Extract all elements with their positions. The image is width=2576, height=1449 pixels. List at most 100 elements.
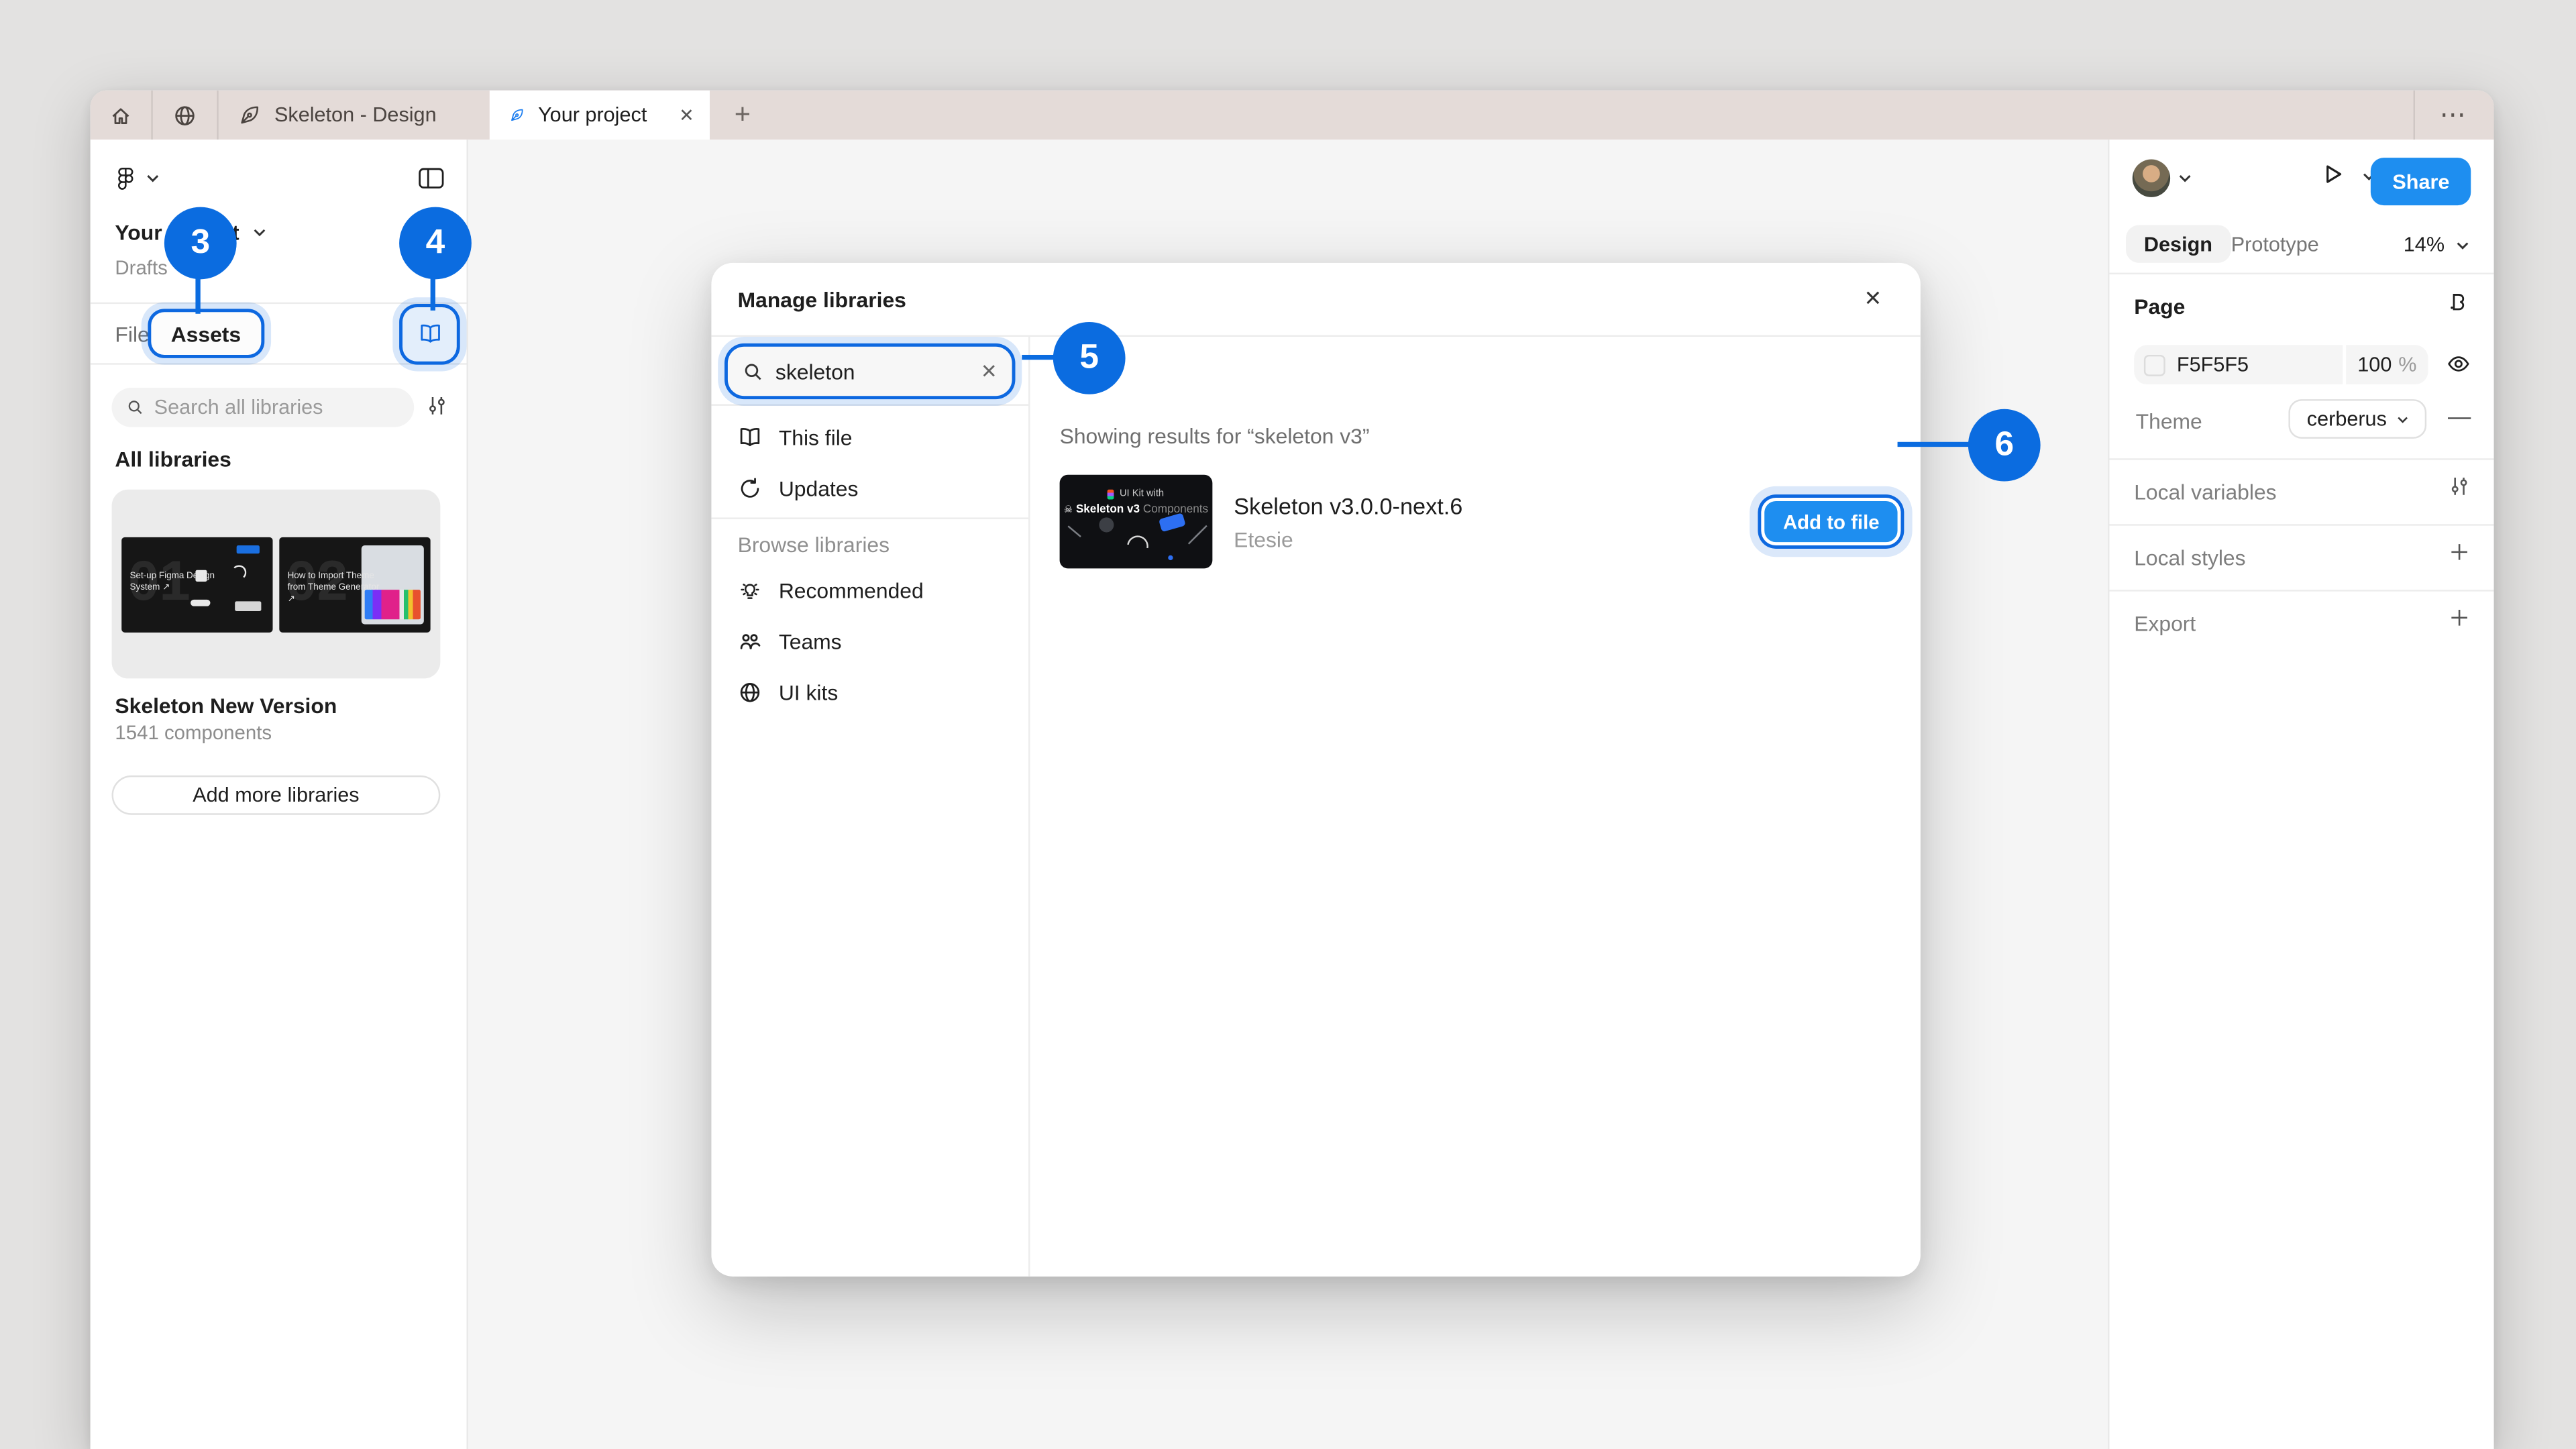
library-component-count: 1541 components [115, 721, 272, 745]
tab-design[interactable]: Design [2125, 225, 2231, 263]
theme-select[interactable]: cerberus [2288, 399, 2427, 439]
page-styles-button[interactable] [2447, 290, 2471, 315]
library-card[interactable]: 01 Set-up Figma Design System ↗ 02 How t… [111, 489, 441, 679]
page-opacity-field[interactable]: 100 % [2346, 345, 2428, 385]
chevron-down-icon [2397, 416, 2408, 423]
thumb-dot-shape [1168, 555, 1173, 561]
badge-3-connector [195, 274, 201, 314]
pen-nib-icon [241, 106, 259, 124]
figma-logo-icon [118, 167, 133, 190]
nav-updates[interactable]: Updates [711, 464, 1028, 515]
open-book-icon [740, 428, 760, 447]
result-info: Skeleton v3.0.0-next.6 Etesie [1234, 475, 1462, 569]
remove-theme-button[interactable]: — [2448, 402, 2471, 429]
divider [711, 517, 1029, 519]
nav-recommended[interactable]: Recommended [711, 565, 1028, 616]
modal-search-input[interactable] [775, 359, 969, 384]
refresh-icon [741, 478, 759, 498]
thumb-spinner-shape [231, 564, 247, 580]
opacity-value[interactable]: 100 [2357, 354, 2392, 376]
zoom-menu-button[interactable] [2456, 241, 2469, 250]
thumb-line2-strong: Skeleton v3 [1075, 504, 1140, 516]
add-style-button[interactable] [2448, 541, 2471, 564]
library-result-row: UI Kit with ☠ Skeleton v3 Components Ske… [1059, 474, 1898, 569]
open-variables-button[interactable] [2448, 475, 2471, 498]
tab-your-project[interactable]: Your project ✕ [489, 90, 710, 140]
plus-icon [2451, 544, 2467, 560]
modal-title: Manage libraries [737, 286, 906, 312]
home-icon [112, 107, 129, 123]
color-hex-value[interactable]: F5F5F5 [2177, 354, 2249, 376]
toggle-visibility-button[interactable] [2447, 352, 2471, 376]
result-author: Etesie [1234, 526, 1293, 551]
step-badge-5: 5 [1053, 322, 1126, 394]
add-more-libraries-button[interactable]: Add more libraries [111, 775, 441, 815]
library-thumbnail-2: 02 How to Import Theme from Theme Genera… [279, 536, 431, 632]
tab-skeleton-design[interactable]: Skeleton - Design [219, 91, 490, 140]
color-swatch[interactable] [2143, 354, 2165, 376]
result-title: Skeleton v3.0.0-next.6 [1234, 492, 1463, 519]
modal-search-field[interactable]: ✕ [727, 346, 1012, 396]
nav-label: Updates [778, 476, 859, 501]
theme-value: cerberus [2306, 407, 2387, 431]
thumbnail-caption: How to Import Theme from Theme Generator… [287, 571, 380, 604]
share-button[interactable]: Share [2371, 158, 2471, 206]
thumb-circle-shape [1099, 517, 1114, 533]
avatar[interactable] [2132, 159, 2171, 197]
skeleton-logo-icon: ☠ [1063, 506, 1073, 516]
tabbar-spacer [775, 91, 2414, 140]
libraries-button[interactable] [402, 307, 457, 362]
add-export-button[interactable] [2448, 606, 2471, 629]
nav-teams[interactable]: Teams [711, 616, 1028, 667]
thumb-line2-rest: Components [1140, 504, 1209, 516]
divider [2109, 524, 2494, 526]
toggle-panel-button[interactable] [417, 166, 445, 191]
left-sidebar: Your project Drafts File Assets All li [90, 140, 468, 1449]
eye-icon [2448, 356, 2469, 372]
chevron-down-icon [2179, 175, 2191, 182]
nav-this-file[interactable]: This file [711, 413, 1028, 464]
divider [2109, 458, 2494, 460]
chevron-down-icon [253, 229, 265, 237]
filter-libraries-button[interactable] [425, 394, 448, 417]
search-icon [745, 363, 761, 380]
library-search[interactable] [111, 387, 415, 427]
step-badge-6: 6 [1968, 409, 2041, 482]
modal-search-row: ✕ [711, 337, 1029, 406]
thumb-line-shape [1194, 525, 1208, 538]
open-book-icon [420, 324, 439, 343]
close-tab-icon[interactable]: ✕ [676, 100, 696, 129]
thumb-line1: UI Kit with [1119, 489, 1165, 500]
clear-search-icon[interactable]: ✕ [981, 360, 998, 382]
account-menu-button[interactable] [2178, 174, 2192, 182]
library-search-input[interactable] [154, 396, 400, 419]
plus-icon [2451, 610, 2467, 626]
project-location: Drafts [115, 256, 168, 280]
present-button[interactable] [2320, 161, 2346, 187]
page-color-field[interactable]: F5F5F5 [2134, 345, 2343, 385]
play-icon [2326, 165, 2342, 183]
nav-ui-kits[interactable]: UI kits [711, 667, 1028, 718]
home-button[interactable] [91, 91, 152, 140]
zoom-level[interactable]: 14% [2404, 233, 2445, 256]
close-modal-icon[interactable]: ✕ [1851, 278, 1894, 321]
new-tab-button[interactable]: + [710, 91, 775, 140]
more-menu-button[interactable]: ⋯ [2415, 91, 2494, 140]
globe-icon [175, 105, 195, 125]
results-note: Showing results for “skeleton v3” [1059, 423, 1370, 449]
community-button[interactable] [153, 91, 217, 140]
styles-book-icon [2451, 294, 2465, 311]
add-to-file-button[interactable]: Add to file [1765, 500, 1898, 543]
tab-file[interactable]: File [115, 322, 149, 347]
local-variables-label: Local variables [2134, 480, 2277, 504]
tab-prototype[interactable]: Prototype [2231, 233, 2319, 256]
modal-results: Showing results for “skeleton v3” UI Kit… [1030, 337, 1921, 1277]
step-badge-3: 3 [164, 207, 237, 280]
badge-4-connector [430, 274, 435, 311]
main-menu-button[interactable] [113, 166, 160, 191]
thumbnail-caption: Set-up Figma Design System ↗ [129, 571, 215, 592]
people-icon [740, 634, 761, 649]
tab-assets[interactable]: Assets [151, 312, 261, 355]
nav-label: This file [778, 425, 853, 451]
local-styles-label: Local styles [2134, 545, 2246, 570]
